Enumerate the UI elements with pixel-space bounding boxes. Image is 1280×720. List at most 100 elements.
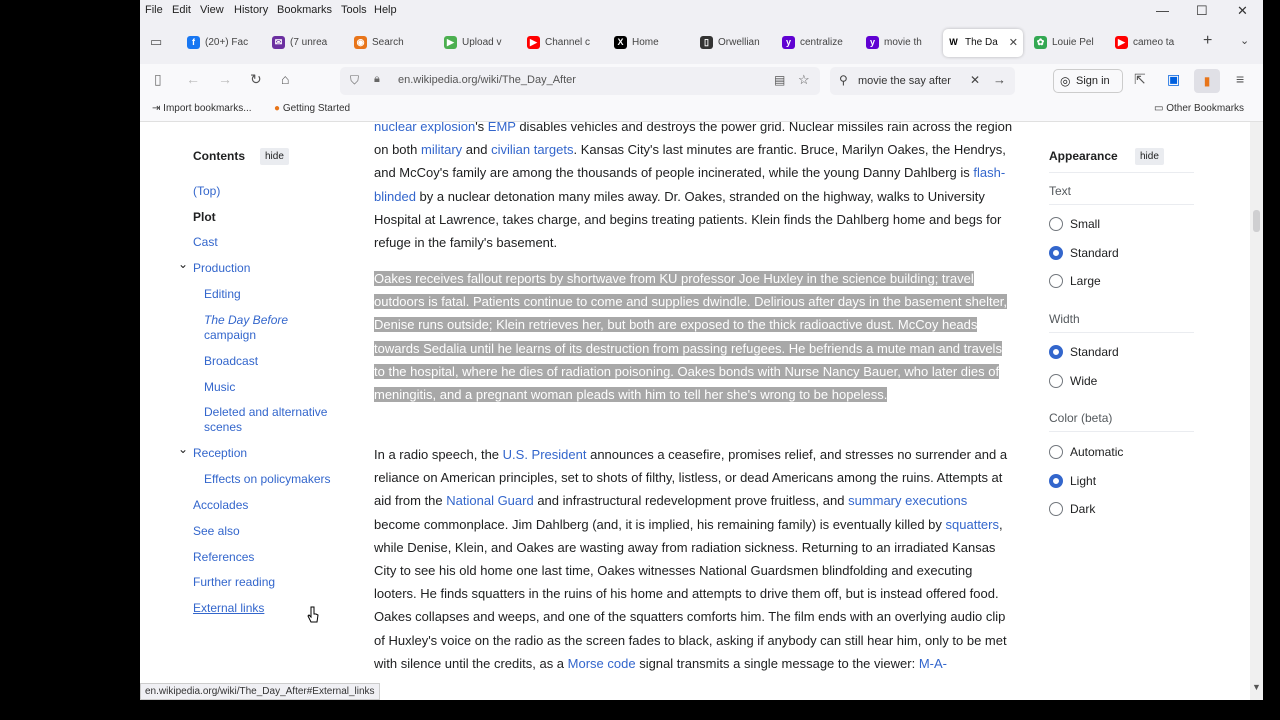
tab-0[interactable]: f (20+) Fac [183, 29, 263, 57]
width-radio-wide[interactable] [1049, 373, 1063, 388]
tab-7[interactable]: y centralize [778, 29, 856, 57]
close-tab-icon[interactable]: ✕ [1009, 29, 1018, 57]
toc-item-0[interactable]: (Top) [193, 184, 220, 199]
text-size-option-label[interactable]: Large [1070, 274, 1101, 288]
article-link[interactable]: squatters [946, 517, 999, 532]
lock-icon[interactable]: 🔒︎ [374, 73, 380, 86]
color-option-label[interactable]: Automatic [1070, 445, 1123, 459]
new-tab-icon[interactable]: + [1203, 32, 1212, 50]
tab-1[interactable]: ✉ (7 unrea [268, 29, 346, 57]
text-size-option-label[interactable]: Standard [1070, 246, 1119, 260]
tab-list-icon[interactable]: ▭ [150, 34, 162, 50]
toc-item-15[interactable]: External links [193, 601, 264, 616]
getting-started-bookmark[interactable]: ● Getting Started [274, 103, 350, 114]
menu-tools[interactable]: Tools [341, 4, 367, 16]
search-input[interactable]: movie the say after [858, 75, 951, 87]
toc-item-7[interactable]: Music [204, 380, 235, 395]
tab-11[interactable]: ▶ cameo ta [1111, 29, 1191, 57]
reader-view-icon[interactable]: ▤ [774, 73, 785, 87]
sign-in-button[interactable]: ◎ Sign in [1053, 69, 1123, 93]
toc-item-1[interactable]: Plot [193, 210, 216, 225]
color-radio-dark[interactable] [1049, 502, 1063, 516]
notification-icon[interactable]: ▣ [1167, 71, 1180, 88]
toc-item-11[interactable]: Accolades [193, 498, 248, 513]
clear-search-icon[interactable]: ✕ [970, 73, 980, 87]
back-icon[interactable]: ← [186, 71, 200, 87]
scroll-down-icon[interactable]: ▼ [1252, 682, 1261, 692]
toc-item-10[interactable]: Effects on policymakers [204, 472, 331, 487]
article-link[interactable]: summary executions [848, 493, 967, 508]
appearance-hide-button[interactable]: hide [1135, 148, 1164, 165]
other-bookmarks[interactable]: ▭ Other Bookmarks [1154, 103, 1244, 114]
tab-5[interactable]: X Home [610, 29, 690, 57]
import-bookmarks[interactable]: ⇥ Import bookmarks... [152, 103, 252, 114]
toc-item-label: Accolades [193, 498, 249, 512]
tab-4[interactable]: ▶ Channel c [523, 29, 605, 57]
toc-hide-button[interactable]: hide [260, 148, 289, 165]
toc-item-5[interactable]: The Day Before campaign [204, 313, 288, 343]
page-scrollbar[interactable]: ▼ [1250, 122, 1263, 700]
width-label: Width [1049, 312, 1080, 326]
toc-item-2[interactable]: Cast [193, 235, 218, 250]
shield-icon[interactable]: ⛉ [350, 73, 359, 88]
bookmark-star-icon[interactable]: ☆ [798, 72, 810, 88]
reload-icon[interactable]: ↻ [250, 71, 262, 88]
article-link[interactable]: civilian targets [491, 142, 573, 157]
tab-2[interactable]: ◉ Search [350, 29, 435, 57]
toc-item-3[interactable]: Production [193, 261, 250, 276]
maximize-icon[interactable]: ☐ [1196, 3, 1208, 19]
text-size-radio-standard[interactable] [1049, 245, 1063, 260]
tab-9[interactable]: W The Da ✕ [943, 29, 1023, 57]
close-window-icon[interactable]: ✕ [1237, 3, 1248, 19]
scrollbar-thumb[interactable] [1253, 210, 1260, 232]
search-go-icon[interactable]: → [993, 72, 1006, 87]
tab-3[interactable]: ▶ Upload v [440, 29, 518, 57]
extension-icon[interactable]: ▮ [1194, 69, 1220, 93]
color-option-label[interactable]: Light [1070, 474, 1096, 488]
menu-edit[interactable]: Edit [172, 4, 191, 16]
toc-item-4[interactable]: Editing [204, 287, 241, 302]
color-radio-light[interactable] [1049, 473, 1063, 488]
sidebar-icon[interactable]: ▯ [154, 71, 162, 88]
article-link[interactable]: M-A- [919, 656, 947, 671]
article-link[interactable]: Morse code [568, 656, 636, 671]
text-size-radio-small[interactable] [1049, 217, 1063, 231]
app-menu-icon[interactable]: ≡ [1236, 71, 1244, 87]
menu-bookmarks[interactable]: Bookmarks [277, 4, 332, 16]
color-radio-automatic[interactable] [1049, 445, 1063, 459]
toc-item-8[interactable]: Deleted and alternative scenes [204, 405, 327, 435]
text-size-radio-large[interactable] [1049, 274, 1063, 288]
width-radio-standard[interactable] [1049, 345, 1063, 359]
tab-6[interactable]: ▯ Orwellian [696, 29, 774, 57]
tab-10[interactable]: ✿ Louie Pel [1030, 29, 1106, 57]
chevron-down-icon[interactable]: ⌄ [1240, 34, 1249, 47]
forward-icon[interactable]: → [218, 71, 232, 87]
sign-in-label: Sign in [1076, 75, 1110, 87]
home-icon[interactable]: ⌂ [281, 71, 289, 87]
toc-item-6[interactable]: Broadcast [204, 354, 258, 369]
menu-history[interactable]: History [234, 4, 268, 16]
color-option-label[interactable]: Dark [1070, 502, 1095, 516]
menu-view[interactable]: View [200, 4, 224, 16]
chevron-down-icon[interactable]: ⌄ [178, 257, 188, 271]
menu-file[interactable]: File [145, 4, 163, 16]
toc-item-12[interactable]: See also [193, 524, 240, 539]
toc-item-14[interactable]: Further reading [193, 575, 275, 590]
search-bar[interactable]: ⚲ movie the say after ✕ → [830, 67, 1015, 95]
article-link[interactable]: nuclear explosion [374, 122, 475, 134]
menu-help[interactable]: Help [374, 4, 397, 16]
text-size-option-label[interactable]: Small [1070, 217, 1100, 231]
extensions-icon[interactable]: ⇱ [1134, 71, 1146, 88]
article-link[interactable]: National Guard [446, 493, 533, 508]
minimize-icon[interactable]: — [1156, 3, 1169, 18]
width-option-label[interactable]: Standard [1070, 345, 1119, 359]
article-link[interactable]: EMP [488, 122, 516, 134]
article-link[interactable]: U.S. President [503, 447, 587, 462]
tab-label: Channel c [545, 37, 591, 48]
chevron-down-icon[interactable]: ⌄ [178, 442, 188, 456]
toc-item-13[interactable]: References [193, 550, 254, 565]
article-link[interactable]: military [421, 142, 462, 157]
width-option-label[interactable]: Wide [1070, 374, 1097, 388]
tab-8[interactable]: y movie th [862, 29, 938, 57]
toc-item-9[interactable]: Reception [193, 446, 247, 461]
